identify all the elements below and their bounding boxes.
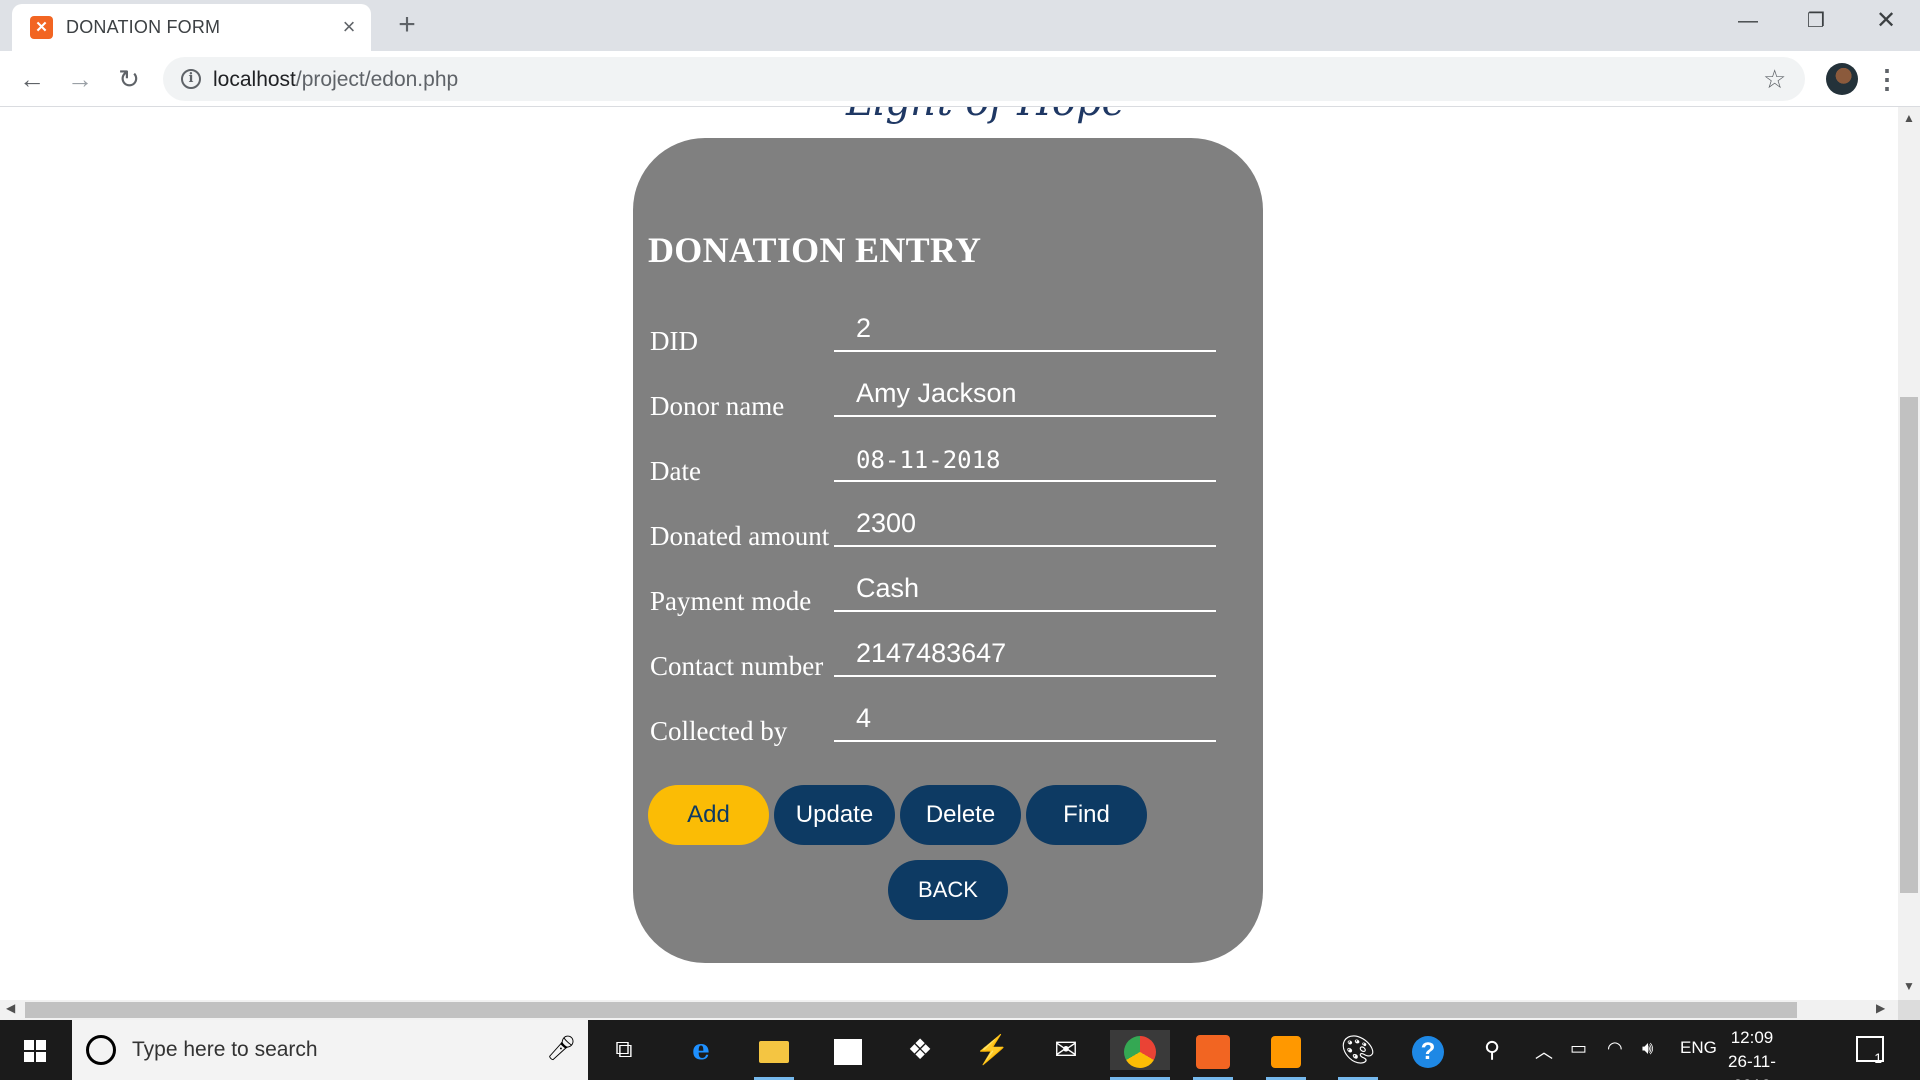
update-button[interactable]: Update bbox=[774, 785, 895, 845]
forward-arrow-icon[interactable]: → bbox=[63, 62, 97, 96]
field-label: DID bbox=[650, 326, 698, 356]
people-icon[interactable]: ⚲ bbox=[1472, 1030, 1512, 1070]
scroll-up-arrow-icon[interactable]: ▲ bbox=[1903, 111, 1915, 125]
reload-icon[interactable]: ↻ bbox=[112, 62, 146, 96]
site-logo-text: Light of Hope bbox=[846, 107, 1125, 125]
form-row-payment-mode: Payment mode Cash bbox=[650, 563, 1250, 623]
field-value: Amy Jackson bbox=[856, 378, 1017, 408]
url-host: localhost bbox=[213, 68, 296, 91]
scroll-left-arrow-icon[interactable]: ◀ bbox=[6, 1001, 15, 1015]
bookmark-star-icon[interactable]: ☆ bbox=[1763, 64, 1786, 95]
scrollbar-corner bbox=[1898, 1000, 1920, 1020]
horizontal-scroll-thumb[interactable] bbox=[25, 1002, 1797, 1018]
field-label: Payment mode bbox=[650, 586, 812, 616]
field-value: 4 bbox=[856, 703, 872, 733]
windows-logo-icon bbox=[24, 1040, 46, 1062]
date-input[interactable]: 08-11-2018 bbox=[834, 433, 1216, 482]
scroll-down-arrow-icon[interactable]: ▼ bbox=[1903, 979, 1915, 993]
delete-button[interactable]: Delete bbox=[900, 785, 1021, 845]
mail-icon[interactable]: ✉ bbox=[1046, 1030, 1086, 1070]
field-label: Date bbox=[650, 456, 701, 486]
help-icon[interactable]: ? bbox=[1408, 1030, 1448, 1070]
field-label: Contact number bbox=[650, 651, 824, 681]
battery-icon[interactable]: ▭ bbox=[1570, 1038, 1587, 1059]
field-value: Cash bbox=[856, 573, 920, 603]
system-clock[interactable]: 12:09 26-11-2018 bbox=[1712, 1026, 1792, 1080]
clock-date: 26-11-2018 bbox=[1728, 1052, 1776, 1080]
restore-button[interactable]: ❐ bbox=[1782, 0, 1850, 42]
page-viewport: Light of Hope DONATION ENTRY DID 2 Donor… bbox=[0, 107, 1898, 1000]
edge-browser-icon[interactable]: e bbox=[681, 1030, 721, 1070]
form-row-collected-by: Collected by 4 bbox=[650, 693, 1250, 753]
taskbar-search-box[interactable]: Type here to search 🎤︎ bbox=[72, 1020, 588, 1080]
tab-title: DONATION FORM bbox=[66, 17, 221, 37]
sublime-text-icon[interactable] bbox=[1266, 1030, 1306, 1080]
did-input[interactable]: 2 bbox=[834, 303, 1216, 352]
browser-tab[interactable]: ✕ DONATION FORM × bbox=[12, 4, 371, 51]
form-row-donor-name: Donor name Amy Jackson bbox=[650, 368, 1250, 428]
close-window-button[interactable]: ✕ bbox=[1852, 0, 1920, 42]
task-view-icon[interactable]: ⧉ bbox=[604, 1030, 644, 1070]
windows-taskbar: Type here to search 🎤︎ ⧉ e ❖ ⚡ ✉ 🎨︎ ? ⚲ … bbox=[0, 1020, 1920, 1080]
field-value: 2 bbox=[856, 313, 872, 343]
field-value: 2147483647 bbox=[856, 638, 1007, 668]
form-title: DONATION ENTRY bbox=[648, 230, 982, 270]
donated-amount-input[interactable]: 2300 bbox=[834, 498, 1216, 547]
address-bar[interactable]: i localhost/project/edon.php ☆ bbox=[163, 57, 1805, 101]
cortana-circle-icon bbox=[86, 1035, 116, 1065]
form-row-donated-amount: Donated amount 2300 bbox=[650, 498, 1250, 558]
profile-avatar[interactable] bbox=[1826, 63, 1858, 95]
add-button[interactable]: Add bbox=[648, 785, 769, 845]
clock-time: 12:09 bbox=[1730, 1028, 1774, 1047]
url-path: /project/edon.php bbox=[295, 68, 459, 91]
find-button[interactable]: Find bbox=[1026, 785, 1147, 845]
collected-by-input[interactable]: 4 bbox=[834, 693, 1216, 742]
donor-name-input[interactable]: Amy Jackson bbox=[834, 368, 1216, 417]
chrome-icon[interactable] bbox=[1110, 1030, 1170, 1080]
tab-close-icon[interactable]: × bbox=[335, 13, 363, 41]
field-label: Collected by bbox=[650, 716, 788, 746]
minimize-button[interactable]: — bbox=[1714, 0, 1782, 42]
show-hidden-icons-icon[interactable]: ︿ bbox=[1535, 1038, 1553, 1064]
start-button[interactable] bbox=[0, 1020, 72, 1080]
info-icon[interactable]: i bbox=[181, 69, 201, 89]
field-value: 08-11-2018 bbox=[856, 446, 1001, 474]
vertical-scroll-thumb[interactable] bbox=[1900, 397, 1918, 893]
paint-icon[interactable]: 🎨︎ bbox=[1338, 1030, 1378, 1080]
tab-strip: ✕ DONATION FORM × + — ❐ ✕ bbox=[0, 0, 1920, 51]
donation-form-card: DONATION ENTRY DID 2 Donor name Amy Jack… bbox=[633, 138, 1263, 963]
form-row-contact-number: Contact number 2147483647 bbox=[650, 628, 1250, 688]
microphone-icon[interactable]: 🎤︎ bbox=[546, 1034, 576, 1063]
notification-count: 1 bbox=[1874, 1050, 1882, 1066]
field-label: Donor name bbox=[650, 391, 785, 421]
xampp-icon[interactable] bbox=[1193, 1030, 1233, 1080]
horizontal-scrollbar[interactable]: ◀ ▶ bbox=[0, 1000, 1898, 1020]
url-text[interactable]: localhost/project/edon.php bbox=[213, 68, 458, 92]
store-icon[interactable] bbox=[828, 1030, 868, 1070]
back-button[interactable]: BACK bbox=[888, 860, 1008, 920]
field-value: 2300 bbox=[856, 508, 917, 538]
search-placeholder: Type here to search bbox=[132, 1038, 318, 1061]
dropbox-icon[interactable]: ❖ bbox=[900, 1030, 940, 1070]
vertical-scrollbar[interactable]: ▲ ▼ bbox=[1898, 107, 1920, 1000]
payment-mode-input[interactable]: Cash bbox=[834, 563, 1216, 612]
volume-icon[interactable]: 🔊︎ bbox=[1642, 1038, 1653, 1059]
action-center-icon[interactable]: 1 bbox=[1856, 1036, 1884, 1066]
back-arrow-icon[interactable]: ← bbox=[15, 62, 49, 96]
field-label: Donated amount bbox=[650, 521, 830, 551]
browser-toolbar: ← → ↻ i localhost/project/edon.php ☆ ⋮ bbox=[0, 51, 1920, 107]
visual-studio-code-icon[interactable]: ⚡ bbox=[972, 1030, 1012, 1070]
wifi-icon[interactable]: ◠ bbox=[1607, 1038, 1623, 1059]
kebab-menu-icon[interactable]: ⋮ bbox=[1874, 61, 1900, 97]
contact-number-input[interactable]: 2147483647 bbox=[834, 628, 1216, 677]
form-row-date: Date 08-11-2018 bbox=[650, 433, 1250, 493]
file-explorer-icon[interactable] bbox=[754, 1030, 794, 1080]
xampp-favicon-icon: ✕ bbox=[30, 16, 53, 39]
new-tab-button[interactable]: + bbox=[390, 8, 424, 42]
scroll-right-arrow-icon[interactable]: ▶ bbox=[1876, 1001, 1885, 1015]
form-row-did: DID 2 bbox=[650, 303, 1250, 363]
